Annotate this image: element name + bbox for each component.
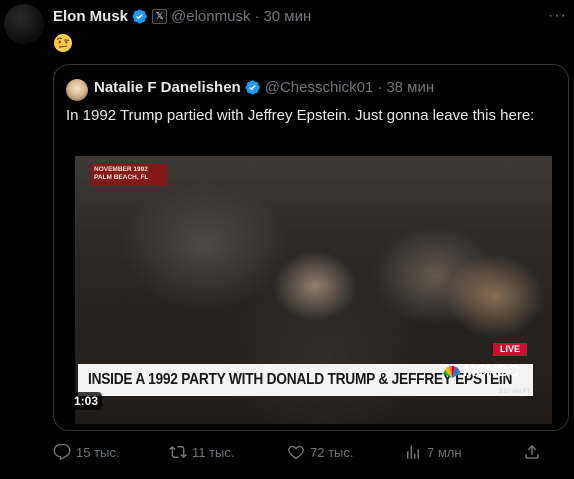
dateline-date: NOVEMBER 1992 bbox=[94, 166, 148, 173]
views-button[interactable]: 7 млн bbox=[404, 443, 462, 461]
view-count: 7 млн bbox=[427, 444, 462, 460]
broadcast-timestamp: 3:57 AM PT bbox=[499, 389, 531, 395]
repost-count: 11 тыс. bbox=[192, 444, 235, 460]
analytics-icon bbox=[407, 445, 419, 459]
reply-count: 15 тыс. bbox=[76, 444, 120, 460]
verified-badge-icon bbox=[245, 80, 260, 95]
quoted-author-handle[interactable]: @Chesschick01 bbox=[265, 79, 374, 96]
quoted-author-avatar[interactable] bbox=[66, 79, 88, 101]
quoted-post-text: In 1992 Trump partied with Jeffrey Epste… bbox=[66, 107, 535, 124]
quoted-post-header: Natalie F Danelishen @Chesschick01 · 38 … bbox=[94, 79, 434, 96]
repost-icon bbox=[169, 445, 187, 459]
post-time[interactable]: 30 мин bbox=[263, 8, 311, 25]
quoted-author-name[interactable]: Natalie F Danelishen bbox=[94, 79, 241, 96]
affiliate-x-icon[interactable]: 𝕏 bbox=[152, 9, 168, 24]
share-button[interactable] bbox=[523, 443, 546, 461]
reply-icon bbox=[53, 443, 71, 461]
raised-eyebrow-emoji-icon bbox=[54, 34, 72, 52]
video-player[interactable]: NOVEMBER 1992 PALM BEACH, FL LIVE INSIDE… bbox=[55, 136, 568, 430]
post-header: Elon Musk 𝕏 @elonmusk · 30 мин bbox=[53, 8, 311, 25]
network-logo: MSNBC bbox=[443, 363, 520, 381]
quoted-header-separator: · bbox=[377, 79, 383, 96]
repost-button[interactable]: 11 тыс. bbox=[169, 443, 235, 461]
author-name[interactable]: Elon Musk bbox=[53, 8, 128, 25]
peacock-logo-icon bbox=[443, 366, 461, 378]
verified-badge-icon bbox=[132, 9, 147, 24]
video-duration: 1:03 bbox=[70, 392, 103, 410]
share-icon bbox=[525, 444, 539, 459]
network-name: MSNBC bbox=[463, 363, 520, 380]
dateline-place: PALM BEACH, FL bbox=[94, 174, 149, 181]
author-handle[interactable]: @elonmusk bbox=[171, 8, 250, 25]
action-bar: 15 тыс. 11 тыс. 72 тыс. 7 млн bbox=[53, 443, 569, 465]
more-options-icon[interactable]: ··· bbox=[548, 7, 567, 25]
quoted-post[interactable]: Natalie F Danelishen @Chesschick01 · 38 … bbox=[53, 64, 569, 431]
author-avatar[interactable] bbox=[4, 4, 44, 44]
heart-icon bbox=[288, 445, 304, 460]
header-separator: · bbox=[254, 8, 260, 25]
like-button[interactable]: 72 тыс. bbox=[287, 443, 353, 461]
like-count: 72 тыс. bbox=[310, 444, 354, 460]
video-dateline: NOVEMBER 1992 PALM BEACH, FL bbox=[91, 164, 167, 186]
reply-button[interactable]: 15 тыс. bbox=[53, 443, 119, 461]
quoted-post-time[interactable]: 38 мин bbox=[386, 79, 434, 96]
live-badge: LIVE bbox=[493, 343, 527, 356]
